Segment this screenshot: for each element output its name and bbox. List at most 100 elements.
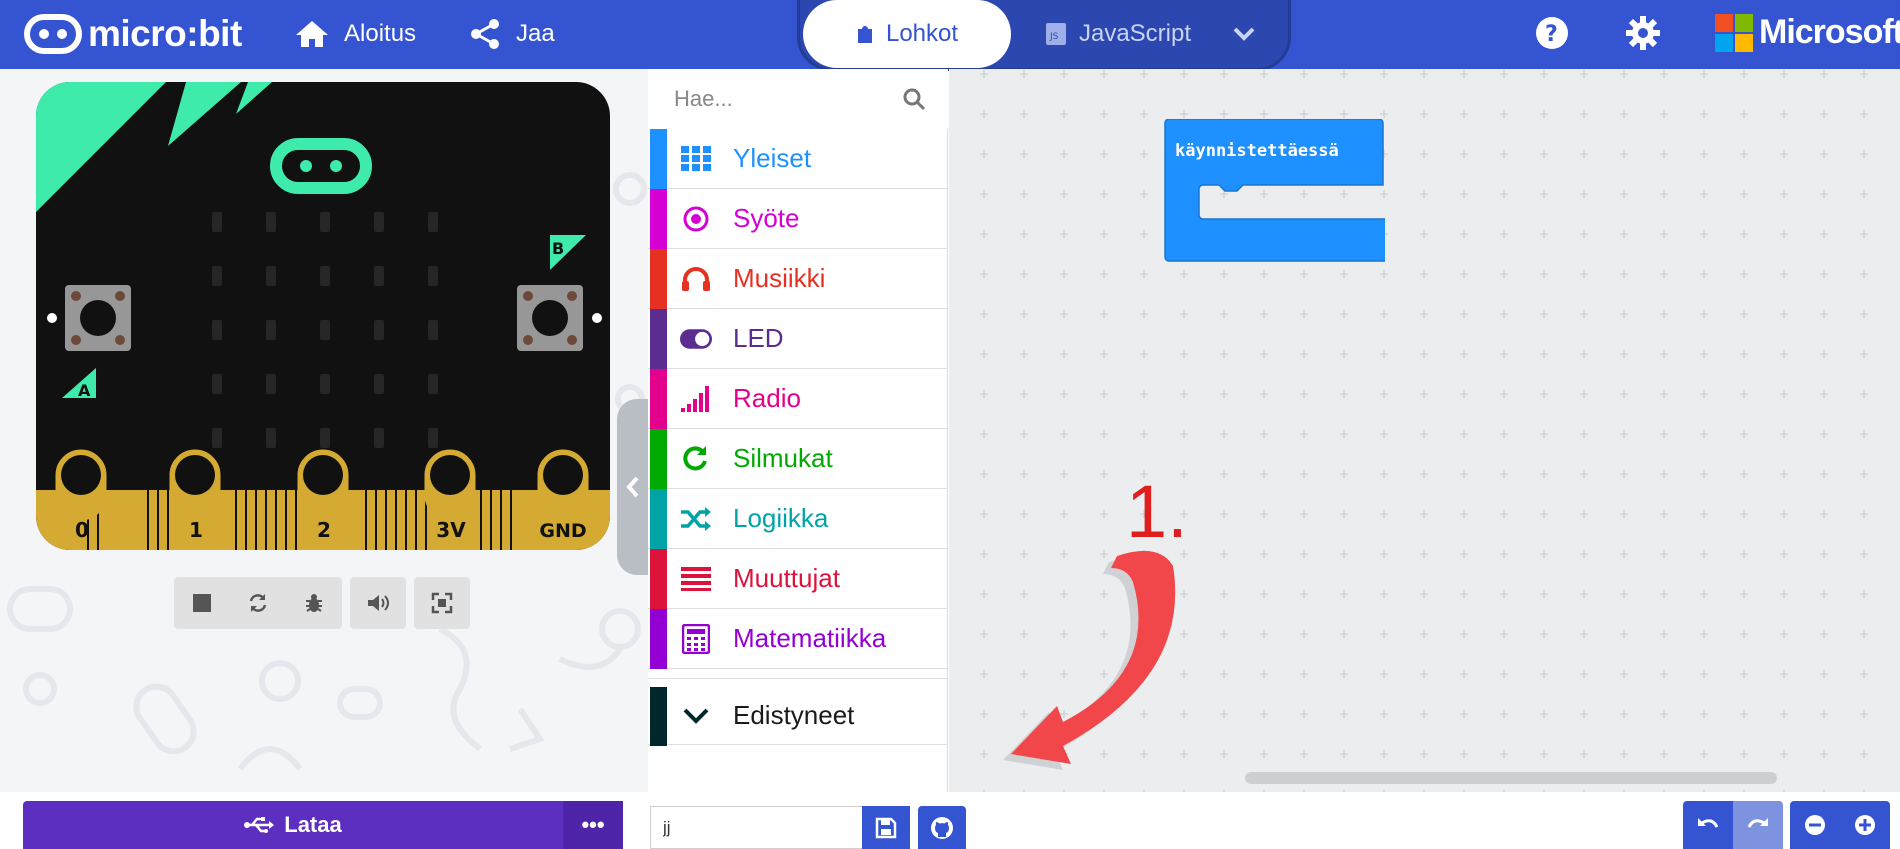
github-button[interactable] [918, 806, 966, 849]
shuffle-icon [680, 504, 712, 534]
project-name-input[interactable] [650, 806, 862, 849]
toolbox-search [648, 69, 948, 129]
loop-icon [680, 444, 712, 474]
microsoft-label: Microsoft [1759, 13, 1900, 51]
restart-button[interactable] [230, 577, 286, 629]
usb-icon [244, 817, 275, 833]
button-a-label: A [78, 381, 91, 400]
search-icon[interactable] [902, 87, 926, 111]
download-label: Lataa [284, 812, 342, 837]
redo-icon [1747, 818, 1768, 828]
button-b [517, 285, 583, 351]
share-icon [471, 19, 499, 49]
category-label: Logiikka [733, 503, 829, 533]
blocks-workspace[interactable]: käynnistettäessä 1. [949, 69, 1900, 792]
tab-javascript[interactable]: JS JavaScript [1038, 0, 1198, 68]
svg-text:JS: JS [1049, 32, 1059, 42]
editor-mode-switch: Lohkot JS JavaScript [797, 0, 1291, 71]
category-color-bar [650, 129, 667, 189]
microbit-logo[interactable]: micro:bit [24, 12, 242, 56]
logo-text: micro:bit [88, 13, 242, 54]
download-main[interactable]: Lataa [23, 801, 563, 849]
restart-icon [249, 594, 267, 612]
svg-text:?: ? [1545, 22, 1558, 47]
category-label: Silmukat [733, 443, 833, 473]
download-button[interactable]: Lataa ••• [23, 801, 623, 849]
category-color-bar [650, 609, 667, 669]
settings-button[interactable] [1625, 15, 1661, 51]
share-link[interactable]: Jaa [468, 12, 555, 56]
tab-blocks-label: Lohkot [885, 20, 959, 47]
puzzle-icon [857, 26, 872, 43]
annotation-arrow: 1. [1003, 470, 1188, 770]
microsoft-logo[interactable]: Microsoft [1715, 13, 1900, 52]
category-musiikki[interactable]: Musiikki [648, 249, 948, 309]
category-silmukat[interactable]: Silmukat [648, 429, 948, 489]
grid-icon [680, 144, 712, 174]
js-file-icon: JS [1045, 23, 1066, 45]
category-label: Edistyneet [733, 700, 855, 730]
zoom-in-button[interactable] [1840, 801, 1890, 849]
category-label: Matematiikka [733, 623, 887, 653]
help-button[interactable]: ? [1534, 15, 1570, 51]
fullscreen-button[interactable] [414, 577, 470, 629]
speaker-icon [368, 595, 389, 611]
chevron-down-icon [680, 701, 712, 731]
save-button[interactable] [862, 806, 910, 849]
home-link[interactable]: Aloitus [294, 12, 416, 56]
tab-blocks[interactable]: Lohkot [803, 0, 1011, 68]
category-color-bar [650, 189, 667, 249]
category-color-bar [650, 687, 667, 746]
simulator-collapse-handle[interactable] [617, 399, 648, 575]
stop-button[interactable] [174, 577, 230, 629]
redo-button[interactable] [1733, 801, 1783, 849]
save-icon [875, 817, 897, 838]
signal-icon [680, 384, 712, 414]
undo-icon [1698, 818, 1719, 828]
category-label: Muuttujat [733, 563, 840, 593]
pin-1-label: 1 [189, 518, 203, 542]
category-edistyneet[interactable]: Edistyneet [648, 678, 948, 746]
toggle-icon [680, 324, 712, 354]
mute-button[interactable] [350, 577, 406, 629]
category-color-bar [650, 369, 667, 429]
simulator-controls [174, 577, 470, 629]
debug-button[interactable] [286, 577, 342, 629]
microbit-logo-icon [24, 14, 82, 54]
category-radio[interactable]: Radio [648, 369, 948, 429]
bug-icon [306, 594, 322, 612]
undo-redo-group [1683, 801, 1783, 849]
category-yleiset[interactable]: Yleiset [648, 129, 948, 189]
category-muuttujat[interactable]: Muuttujat [648, 549, 948, 609]
help-icon: ? [1536, 17, 1568, 49]
headphones-icon [680, 264, 712, 294]
category-syote[interactable]: Syöte [648, 189, 948, 249]
github-icon [931, 816, 953, 839]
button-b-label: B [552, 239, 564, 258]
download-more-button[interactable]: ••• [563, 801, 623, 849]
zoom-in-icon [1855, 815, 1875, 835]
microbit-board: A B 0 1 2 3V GND [36, 82, 610, 550]
tab-javascript-label: JavaScript [1078, 20, 1192, 47]
more-dots-icon: ••• [581, 812, 605, 837]
stop-icon [193, 594, 211, 612]
category-color-bar [650, 249, 667, 309]
zoom-out-icon [1805, 815, 1825, 835]
undo-button[interactable] [1683, 801, 1733, 849]
simulator-panel: A B 0 1 2 3V GND [0, 69, 648, 792]
category-label: Radio [733, 383, 801, 413]
category-matematiikka[interactable]: Matematiikka [648, 609, 948, 669]
category-color-bar [650, 489, 667, 549]
button-a [65, 285, 131, 351]
pin-0-label: 0 [75, 518, 89, 542]
target-icon [680, 204, 712, 234]
pin-3v-label: 3V [436, 518, 466, 542]
category-logiikka[interactable]: Logiikka [648, 489, 948, 549]
fullscreen-icon [431, 592, 453, 614]
category-led[interactable]: LED [648, 309, 948, 369]
pin-gnd-label: GND [539, 520, 586, 542]
home-icon [296, 21, 328, 47]
workspace-scrollbar[interactable] [1245, 772, 1777, 784]
zoom-out-button[interactable] [1790, 801, 1840, 849]
mode-dropdown[interactable] [1220, 0, 1280, 68]
